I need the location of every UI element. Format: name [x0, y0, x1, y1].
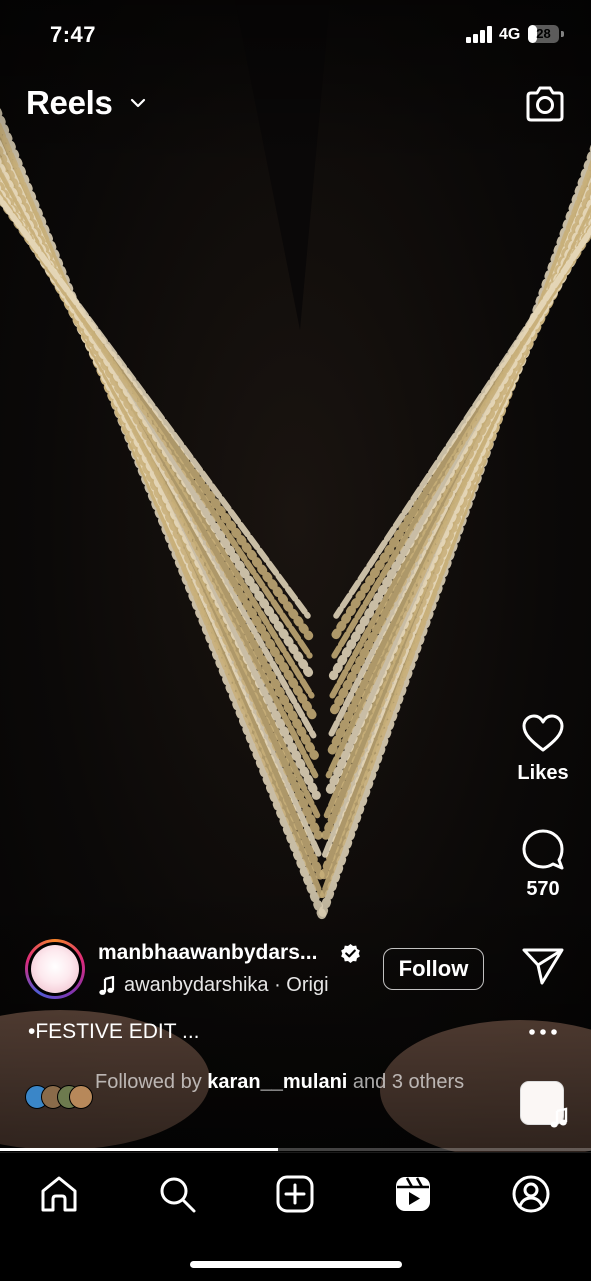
search-icon[interactable] [157, 1174, 197, 1214]
home-indicator[interactable] [190, 1261, 402, 1268]
comment-count: 570 [516, 878, 570, 901]
playback-progress[interactable] [0, 1148, 591, 1151]
playback-progress-fill [0, 1148, 278, 1151]
comment-button[interactable]: 570 [516, 828, 570, 901]
heart-icon [521, 714, 565, 754]
avatar-ring-gap [28, 942, 82, 996]
creator-avatar[interactable] [25, 939, 85, 999]
followed-by-prefix: Followed by [95, 1071, 207, 1093]
followed-by-suffix: and 3 others [347, 1071, 464, 1093]
follow-button[interactable]: Follow [383, 948, 484, 990]
battery-percent: 28 [536, 26, 550, 41]
battery-cap [561, 31, 564, 37]
avatar-image [31, 945, 79, 993]
audio-info[interactable]: awanbydarshika · Origi [98, 974, 353, 1000]
share-button[interactable] [516, 945, 570, 987]
music-note-icon [98, 976, 116, 996]
bottom-gradient [0, 880, 591, 1152]
followed-by-text[interactable]: Followed by karan__mulani and 3 others [95, 1070, 475, 1095]
followed-by-user[interactable]: karan__mulani [207, 1071, 347, 1093]
send-icon [521, 945, 565, 987]
mutual-followers-avatars[interactable] [25, 1085, 89, 1109]
camera-icon[interactable] [524, 84, 566, 124]
more-horizontal-icon[interactable] [526, 1017, 560, 1047]
mutual-avatar [69, 1085, 93, 1109]
music-note-icon [549, 1107, 569, 1129]
plus-square-icon[interactable] [275, 1174, 315, 1214]
reel-caption[interactable]: •FESTIVE EDIT ... [28, 1020, 200, 1044]
audio-name: awanbydarshika · Origi [124, 974, 329, 997]
status-time: 7:47 [50, 22, 96, 48]
status-bar: 7:47 4G 28 [0, 0, 591, 70]
signal-icon [466, 25, 494, 43]
network-type: 4G [499, 26, 520, 44]
creator-username[interactable]: manbhaawanbydars... [98, 941, 338, 965]
chevron-down-icon[interactable] [129, 94, 147, 112]
reels-title[interactable]: Reels [26, 84, 113, 122]
battery-icon: 28 [528, 25, 559, 43]
comment-icon [521, 828, 565, 870]
profile-icon[interactable] [511, 1174, 551, 1214]
verified-badge-icon [340, 943, 361, 964]
reels-icon[interactable] [393, 1174, 433, 1214]
home-icon[interactable] [39, 1174, 79, 1214]
like-button[interactable]: Likes [516, 714, 570, 785]
likes-label: Likes [516, 762, 570, 785]
